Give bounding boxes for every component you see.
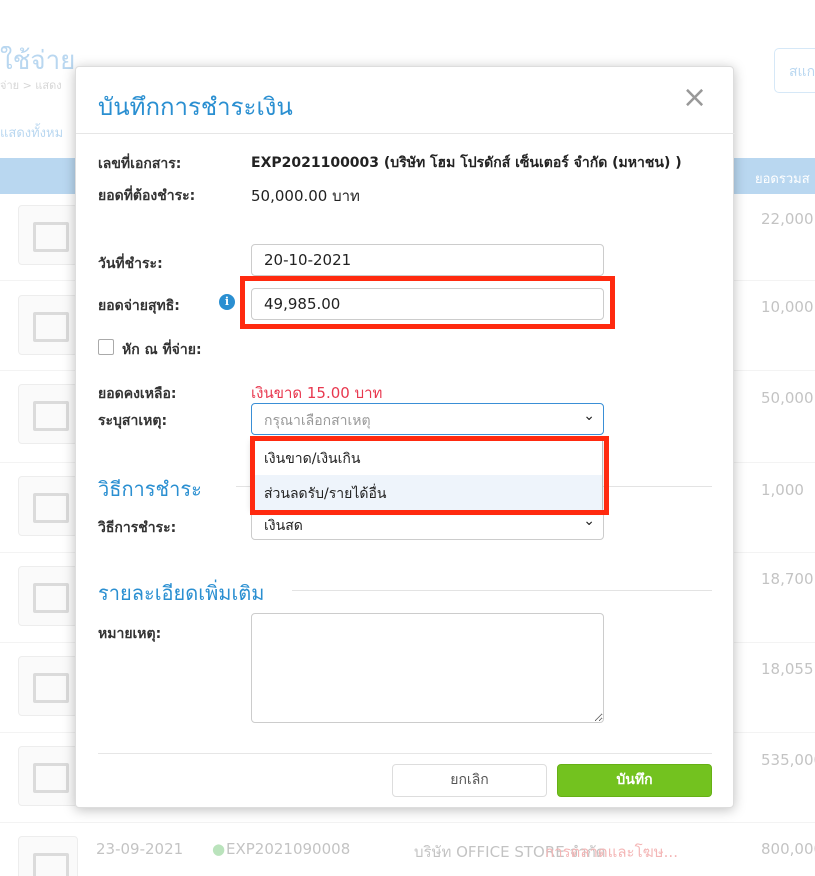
note-textarea[interactable] (251, 613, 604, 723)
payment-record-modal: บันทึกการชำระเงิน × เลขที่เอกสาร: EXP202… (75, 66, 735, 808)
image-thumbnail[interactable] (18, 656, 78, 716)
table-row-divider (0, 822, 815, 823)
reason-placeholder: กรุณาเลือกสาเหตุ (264, 413, 371, 429)
due-amount-label: ยอดที่ต้องชำระ: (98, 188, 196, 204)
breadcrumb: จ่าย > แสดง (0, 79, 62, 92)
remaining-label: ยอดคงเหลือ: (98, 386, 177, 402)
withhold-label: หัก ณ ที่จ่าย: (122, 342, 202, 358)
section-divider (292, 590, 712, 591)
save-button[interactable]: บันทึก (557, 764, 712, 797)
scan-button[interactable]: สแก (774, 48, 815, 93)
method-value: เงินสด (264, 518, 303, 534)
image-thumbnail[interactable] (18, 384, 78, 444)
chevron-down-icon: ⌄ (583, 513, 595, 529)
reason-option-shortage[interactable]: เงินขาด/เงินเกิน (252, 440, 602, 475)
method-label: วิธีการชำระ: (98, 520, 177, 536)
withhold-checkbox[interactable] (98, 339, 114, 355)
image-thumbnail[interactable] (18, 746, 78, 806)
payment-section-title: วิธีการชำระ (98, 477, 202, 501)
remaining-value: เงินขาด 15.00 บาท (251, 384, 383, 402)
pay-date-label: วันที่ชำระ: (98, 256, 163, 272)
footer-divider (98, 753, 712, 754)
modal-title: บันทึกการชำระเงิน (98, 93, 293, 121)
row-amount: 800,000 (761, 840, 815, 858)
show-all-link[interactable]: แสดงทั้งหม (0, 122, 63, 143)
row-doc-link[interactable]: EXP2021090008 (226, 840, 350, 858)
row-amount: 18,700 (761, 570, 814, 588)
status-dot-icon: ● (212, 840, 226, 858)
row-amount: 50,000 (761, 389, 814, 407)
row-date: 23-09-2021 (96, 840, 184, 858)
image-thumbnail[interactable] (18, 836, 78, 876)
close-icon[interactable]: × (682, 83, 707, 113)
due-amount-value: 50,000.00 บาท (251, 187, 360, 205)
method-select[interactable]: เงินสด ⌄ (251, 508, 604, 540)
row-amount: 535,000 (761, 751, 815, 769)
info-icon[interactable]: i (219, 294, 235, 310)
header-divider (76, 133, 735, 134)
row-amount: 22,000 (761, 210, 814, 228)
details-section-title: รายละเอียดเพิ่มเติม (98, 581, 265, 605)
doc-no-label: เลขที่เอกสาร: (98, 156, 182, 172)
note-label: หมายเหตุ: (98, 626, 162, 642)
reason-option-discount[interactable]: ส่วนลดรับ/รายได้อื่น (252, 475, 602, 510)
row-category-badge: การตลาดและโฆษ... (545, 843, 678, 861)
image-thumbnail[interactable] (18, 295, 78, 355)
cancel-button[interactable]: ยกเลิก (392, 764, 547, 797)
image-thumbnail[interactable] (18, 476, 78, 536)
reason-dropdown-list: เงินขาด/เงินเกิน ส่วนลดรับ/รายได้อื่น (251, 439, 603, 510)
reason-label: ระบุสาเหตุ: (98, 413, 168, 429)
image-thumbnail[interactable] (18, 566, 78, 626)
row-amount: 10,000 (761, 298, 814, 316)
chevron-down-icon: ⌄ (583, 408, 595, 424)
column-total-header: ยอดรวมส (755, 172, 810, 187)
row-amount: 18,055 (761, 660, 814, 678)
page-title: ใช้จ่าย (0, 46, 76, 76)
pay-date-field[interactable] (251, 244, 604, 276)
document-thumbnail[interactable] (18, 205, 78, 265)
reason-select[interactable]: กรุณาเลือกสาเหตุ ⌄ (251, 403, 604, 435)
net-amount-label: ยอดจ่ายสุทธิ: (98, 298, 180, 314)
row-amount: 1,000 (761, 481, 804, 499)
doc-no-value: EXP2021100003 (บริษัท โฮม โปรดักส์ เซ็นเ… (251, 155, 682, 171)
net-amount-field[interactable] (251, 288, 604, 320)
